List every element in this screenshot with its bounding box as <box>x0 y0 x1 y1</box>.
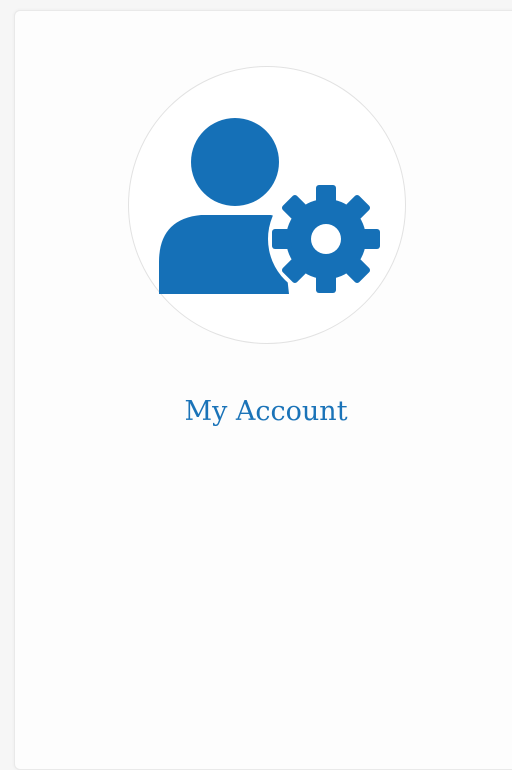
user-gear-icon <box>159 118 384 297</box>
account-card[interactable]: My Account <box>14 10 512 770</box>
avatar-circle[interactable] <box>128 66 406 344</box>
my-account-link[interactable]: My Account <box>15 396 512 427</box>
